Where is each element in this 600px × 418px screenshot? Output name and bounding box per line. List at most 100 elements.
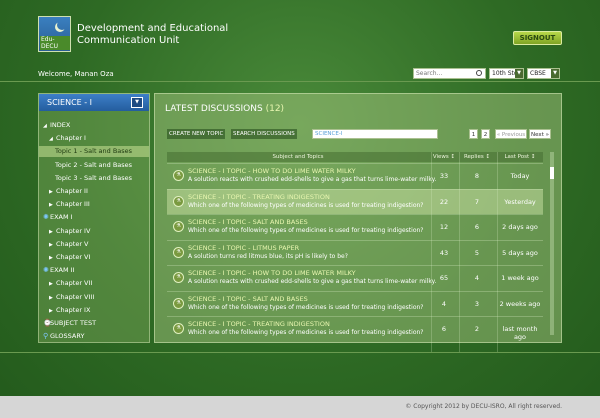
std-select[interactable]: 10th Std ▼ [489,68,524,79]
board-select[interactable]: CBSE ▼ [527,68,560,79]
column-divider [431,152,432,352]
replies-count: 3 [474,299,480,308]
scrollbar-thumb[interactable] [550,167,554,179]
replies-count: 7 [474,197,480,206]
sidebar-item[interactable]: ▶ Chapter VII [39,278,149,289]
sidebar-item-label: EXAM I [50,213,73,222]
sidebar-item-label: Chapter IV [56,226,91,235]
column-views[interactable]: Views ↕ [431,152,457,162]
sun-icon: ✺ [43,266,49,275]
board-select-value: CBSE [530,70,546,77]
topic-title-link[interactable]: SCIENCE - I TOPIC - HOW TO DO LIME WATER… [188,167,356,175]
topic-title-link[interactable]: SCIENCE - I TOPIC - TREATING INDIGESTION [188,320,330,328]
sidebar-item-label: Chapter VII [56,279,93,288]
sun-icon: ✺ [43,213,49,222]
page-2-button[interactable]: 2 [481,129,490,139]
sidebar-item[interactable]: ⚲ GLOSSARY [39,331,149,342]
logo-text: Edu-DECU [40,36,70,50]
sidebar-item[interactable]: ▶ Chapter IV [39,226,149,237]
previous-button[interactable]: « Previous [495,129,527,139]
discussion-icon: ⚗ [173,221,184,232]
chevron-down-icon: ▼ [551,69,559,78]
sidebar-item-label: Chapter VI [56,253,91,261]
sidebar-item-label: EXAM II [50,266,75,275]
header: Edu-DECU Development and Educational Com… [0,0,600,64]
sidebar-item[interactable]: Topic 3 - Salt and Bases [39,173,149,184]
sidebar-item-label: Topic 3 - Salt and Bases [55,173,133,182]
sidebar-item[interactable]: ▶ Chapter II [39,186,149,197]
sidebar-item[interactable]: ◢ Chapter I [39,133,149,144]
topic-title-link[interactable]: SCIENCE - I TOPIC - SALT AND BASES [188,218,308,226]
divider [0,352,600,353]
table-row[interactable]: ⚗ SCIENCE - I TOPIC - LITMUS PAPER A solut… [167,239,543,265]
table-row[interactable]: ⚗ SCIENCE - I TOPIC - TREATING INDIGESTIO… [167,188,543,214]
search-icon[interactable] [476,70,482,76]
column-divider [459,152,460,352]
sidebar-item[interactable]: Topic 2 - Salt and Bases [39,160,149,171]
topic-title-link[interactable]: SCIENCE - I TOPIC - LITMUS PAPER [188,244,299,252]
sidebar-item[interactable]: ◢ INDEX [39,120,149,131]
sidebar-item-label: Chapter III [56,200,90,209]
std-select-value: 10th Std [492,70,518,77]
table-row[interactable]: ⚗ SCIENCE - I TOPIC - HOW TO DO LIME WATE… [167,265,543,290]
toolbar: CREATE NEW TOPIC SEARCH DISCUSSIONS SCIE… [167,129,551,139]
page-title: LATEST DISCUSSIONS (12) [165,104,284,114]
sidebar-item[interactable]: ▶ Chapter IX [39,305,149,316]
topic-title-link[interactable]: SCIENCE - I TOPIC - HOW TO DO LIME WATER… [188,269,356,277]
topic-description: A solution reacts with crushed edd-shell… [188,176,437,183]
topic-description: Which one of the following types of medi… [188,227,424,234]
sidebar-header: SCIENCE - I ▼ [39,94,149,111]
sidebar-collapse-button[interactable]: ▼ [131,97,143,108]
discussion-icon: ⚗ [173,297,184,309]
views-count: 33 [439,172,449,180]
last-post-time: 5 days ago [502,248,538,257]
search-input[interactable]: Search... [413,68,486,79]
scrollbar[interactable] [550,152,554,335]
create-topic-button[interactable]: CREATE NEW TOPIC [167,129,226,139]
replies-count: 2 [474,325,480,333]
last-post-time: 2 weeks ago [499,299,541,308]
copyright-text: © Copyright 2012 by DECU-ISRO, All right… [405,403,562,410]
triangle-right-icon: ▶ [49,241,53,248]
table-row[interactable]: ⚗ SCIENCE - I TOPIC - HOW TO DO LIME WATE… [167,163,543,188]
table-row[interactable]: ⚗ SCIENCE - I TOPIC - SALT AND BASES Which… [167,290,543,316]
welcome-text: Welcome, Manan Oza [38,70,114,78]
sidebar-item[interactable]: Topic 1 - Salt and Bases [39,146,149,158]
next-button[interactable]: Next » [529,129,551,139]
column-divider [497,152,498,352]
triangle-right-icon: ▶ [49,189,53,195]
table-row[interactable]: ⚗ SCIENCE - I TOPIC - SALT AND BASES Which… [167,214,543,239]
sidebar-item-label: Chapter I [56,134,86,143]
topic-title-link[interactable]: SCIENCE - I TOPIC - TREATING INDIGESTION [188,193,330,201]
discussion-search-input[interactable]: SCIENCE-I [312,129,438,139]
sidebar-item[interactable]: ▶ Chapter V [39,239,149,250]
column-last-post[interactable]: Last Post ↕ [497,152,543,162]
footer: © Copyright 2012 by DECU-ISRO, All right… [0,396,600,418]
sidebar-item[interactable]: ▶ Chapter VIII [39,292,149,303]
topic-description: A solution turns red litmus blue, its pH… [188,252,348,260]
sidebar-item[interactable]: ▶ Chapter VI [39,252,149,263]
views-count: 6 [441,325,447,333]
column-replies[interactable]: Replies ↕ [459,152,495,162]
last-post-time: Yesterday [504,197,536,206]
sidebar-item[interactable]: ✺EXAM I [39,212,149,223]
sidebar-item[interactable]: ▶ Chapter III [39,199,149,210]
table-row[interactable]: ⚗ SCIENCE - I TOPIC - TREATING INDIGESTIO… [167,316,543,341]
signout-button[interactable]: SIGNOUT [513,31,562,45]
sidebar-title: SCIENCE - I [47,98,93,107]
sidebar-item[interactable]: ✺EXAM II [39,265,149,276]
sidebar-item[interactable]: ⌚SUBJECT TEST [39,318,149,329]
moon-icon [57,20,67,30]
sidebar-item-label: INDEX [50,121,71,129]
discussion-icon: ⚗ [173,170,184,181]
topic-description: Which one of the following types of medi… [188,303,424,311]
topic-title-link[interactable]: SCIENCE - I TOPIC - SALT AND BASES [188,295,308,303]
triangle-right-icon: ▶ [49,281,53,288]
app-title-line2: Communication Unit [77,35,180,46]
page-1-button[interactable]: 1 [469,129,478,139]
views-count: 65 [439,274,449,282]
topic-description: Which one of the following types of medi… [188,201,424,209]
sidebar-item-label: Topic 2 - Salt and Bases [55,160,133,169]
replies-count: 5 [474,248,480,257]
chevron-down-icon: ▼ [515,69,523,78]
